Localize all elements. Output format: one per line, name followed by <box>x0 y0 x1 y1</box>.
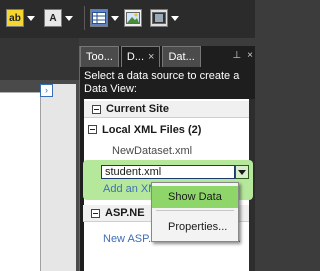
item-dropdown-button[interactable] <box>235 165 249 179</box>
tab-data-view[interactable]: Dat... <box>162 46 201 67</box>
section-label: Current Site <box>106 103 169 115</box>
insert-table-button[interactable] <box>90 8 119 28</box>
close-icon[interactable]: × <box>148 51 154 63</box>
chevron-down-icon <box>171 15 179 21</box>
design-page[interactable] <box>0 92 40 271</box>
collapse-icon[interactable] <box>92 105 101 114</box>
chevron-down-icon <box>27 15 35 21</box>
section-current-site[interactable]: Current Site <box>84 101 250 118</box>
menu-item-show-data[interactable]: Show Data <box>152 186 238 208</box>
list-item-selected[interactable]: student.xml <box>101 165 235 179</box>
editor-header <box>0 38 79 80</box>
font-highlight-icon: ab <box>6 9 24 27</box>
tab-label: D... <box>126 51 145 63</box>
menu-item-properties[interactable]: Properties... <box>152 216 238 238</box>
instructions-text: Select a data source to create a Data Vi… <box>84 70 240 95</box>
page-margin <box>40 84 76 271</box>
panel-tabs: Too... D... × Dat... <box>80 46 256 67</box>
list-item[interactable]: NewDataset.xml <box>112 145 192 157</box>
collapse-icon[interactable] <box>88 125 97 134</box>
tab-label: Too... <box>86 51 113 63</box>
expand-button[interactable]: › <box>40 84 53 97</box>
group-local-xml[interactable]: Local XML Files (2) <box>88 124 201 136</box>
pin-icon[interactable]: ⊥ <box>232 50 241 61</box>
insert-picture-button[interactable] <box>124 8 142 28</box>
table-grid-icon <box>90 9 108 27</box>
tab-data-source[interactable]: D... × <box>120 46 161 67</box>
group-label: Local XML Files (2) <box>102 124 202 136</box>
chevron-down-icon <box>111 15 119 21</box>
menu-divider <box>156 210 234 211</box>
font-highlight-button[interactable]: ab <box>6 8 35 28</box>
picture-icon <box>124 9 142 27</box>
section-label: ASP.NE <box>105 207 145 219</box>
page-divider <box>0 92 40 93</box>
insert-media-button[interactable] <box>150 8 179 28</box>
collapse-icon[interactable] <box>91 209 100 218</box>
context-menu: Show Data Properties... <box>151 182 239 242</box>
font-style-icon: A <box>44 9 62 27</box>
chevron-down-icon <box>65 15 73 21</box>
toolbar: ab A <box>0 0 255 38</box>
tab-label: Dat... <box>168 51 195 63</box>
panel-controls: ⊥ × <box>232 50 253 61</box>
font-color-button[interactable]: A <box>44 8 73 28</box>
toolbar-divider <box>84 6 85 30</box>
film-strip-icon <box>150 9 168 27</box>
tab-toolbox[interactable]: Too... <box>80 46 119 67</box>
close-icon[interactable]: × <box>247 50 253 61</box>
chevron-down-icon <box>238 169 246 175</box>
